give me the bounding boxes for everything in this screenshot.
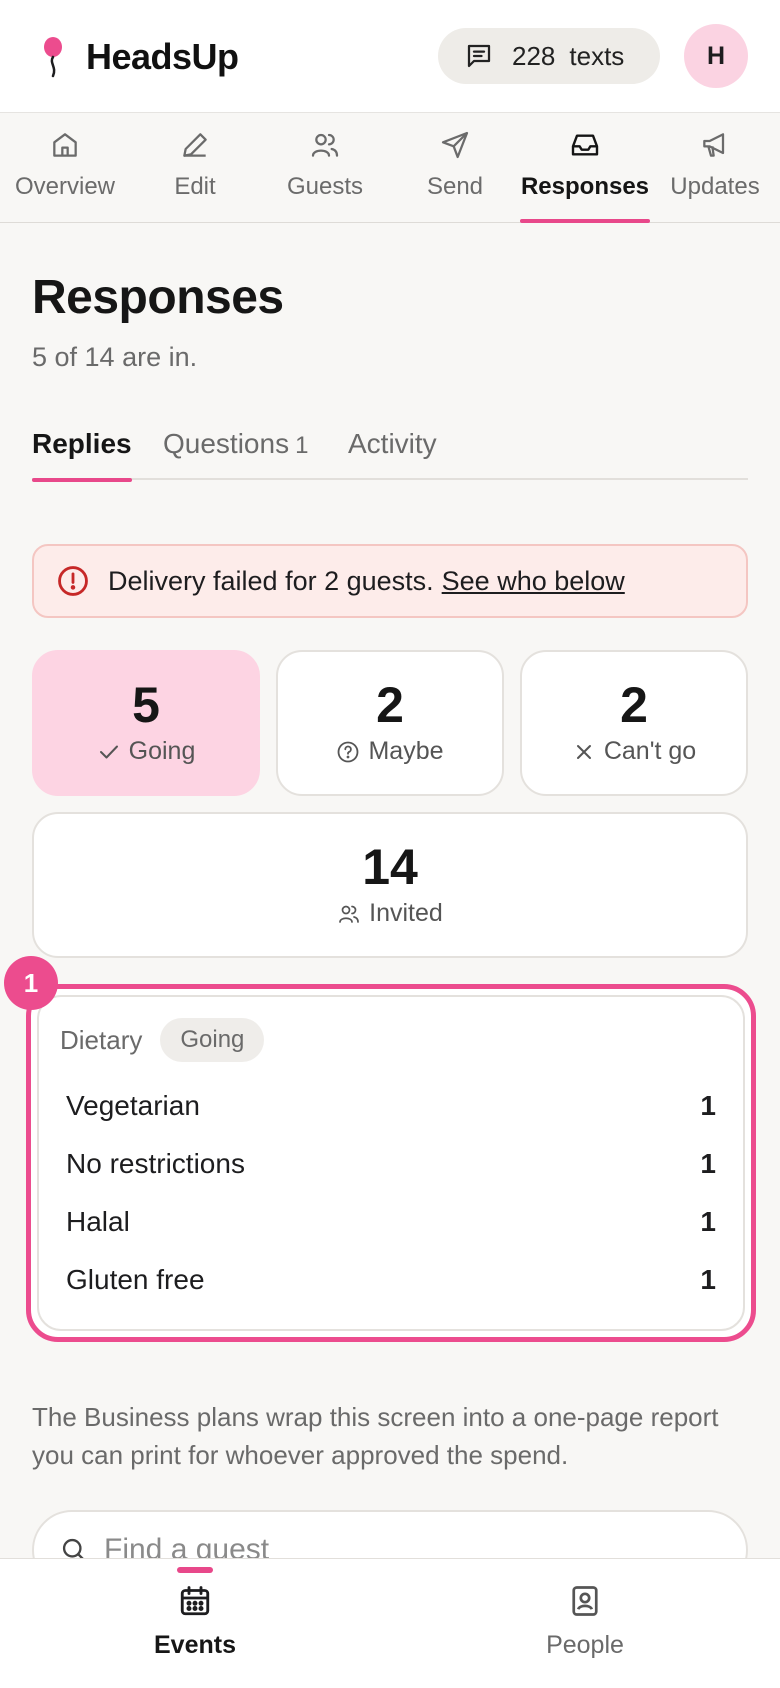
- dietary-row-label: Halal: [66, 1206, 130, 1237]
- stat-cant-go-card[interactable]: 2 Can't go: [520, 650, 748, 796]
- stat-going-value: 5: [132, 677, 160, 733]
- tab-questions[interactable]: Questions 1: [163, 428, 308, 480]
- nav-overview[interactable]: Overview: [0, 113, 130, 223]
- tab-questions-label: Questions: [163, 428, 290, 459]
- nav-overview-label: Overview: [14, 173, 116, 200]
- nav-guests-label: Guests: [286, 173, 364, 200]
- app-name: HeadsUp: [86, 36, 239, 77]
- alert-circle-icon: [58, 566, 88, 596]
- dietary-row-label: Vegetarian: [66, 1090, 200, 1121]
- message-icon: [467, 44, 491, 68]
- bottom-nav-events-label: Events: [154, 1631, 236, 1659]
- contact-book-icon: [572, 1586, 598, 1616]
- stat-maybe-label: Maybe: [368, 737, 444, 765]
- alert-text: Delivery failed for 2 guests.: [108, 565, 434, 596]
- calendar-icon: [180, 1586, 210, 1616]
- dietary-row-count: 1: [700, 1264, 716, 1295]
- question-circle-icon: [338, 741, 359, 762]
- app-logo[interactable]: HeadsUp: [38, 36, 239, 78]
- app-header: HeadsUp 228 texts H: [0, 0, 780, 113]
- tab-activity[interactable]: Activity: [348, 428, 437, 480]
- texts-count: 228: [512, 40, 556, 71]
- dietary-row-count: 1: [700, 1090, 716, 1121]
- bottom-nav: Events People: [0, 1558, 780, 1688]
- home-icon: [53, 133, 77, 157]
- delivery-failed-alert: Delivery failed for 2 guests. See who be…: [32, 544, 748, 618]
- bottom-nav-events[interactable]: Events: [95, 1559, 295, 1688]
- stat-invited-label: Invited: [369, 899, 443, 927]
- texts-label: texts: [569, 40, 625, 71]
- stat-going-caption: Going: [97, 737, 196, 766]
- stat-invited-caption: Invited: [337, 899, 443, 928]
- nav-updates[interactable]: Updates: [650, 113, 780, 223]
- stat-cant-go-label: Can't go: [603, 737, 697, 765]
- dietary-row: Vegetarian 1: [66, 1090, 716, 1122]
- bottom-nav-people-label: People: [546, 1631, 624, 1659]
- nav-responses[interactable]: Responses: [520, 113, 650, 223]
- dietary-row-label: No restrictions: [66, 1148, 245, 1179]
- dietary-row: No restrictions 1: [66, 1148, 716, 1180]
- dietary-row-count: 1: [700, 1206, 716, 1237]
- response-summary: 5 of 14 are in.: [32, 342, 198, 372]
- send-icon: [441, 131, 469, 159]
- stat-going-label: Going: [128, 737, 196, 765]
- nav-send-label: Send: [426, 173, 484, 200]
- users-icon: [339, 905, 360, 923]
- step-badge: 1: [4, 956, 58, 1010]
- stat-invited-value: 14: [362, 839, 418, 895]
- nav-updates-label: Updates: [670, 173, 760, 200]
- responses-subtabs: Replies Questions 1 Activity: [32, 420, 748, 482]
- users-icon: [311, 133, 339, 157]
- check-icon: [99, 745, 118, 758]
- nav-edit[interactable]: Edit: [130, 113, 260, 223]
- stat-invited-card[interactable]: 14 Invited: [32, 812, 748, 958]
- dietary-row: Halal 1: [66, 1206, 716, 1238]
- stat-maybe-value: 2: [376, 677, 404, 733]
- dietary-row: Gluten free 1: [66, 1264, 716, 1296]
- dietary-header: Dietary Going: [60, 1018, 265, 1062]
- dietary-row-label: Gluten free: [66, 1264, 205, 1295]
- pencil-icon: [183, 133, 207, 157]
- responses-screen: HeadsUp 228 texts H Overview Edit Guests…: [0, 0, 780, 1688]
- x-icon: [576, 744, 591, 759]
- stat-maybe-caption: Maybe: [336, 737, 444, 766]
- megaphone-icon: [703, 133, 725, 157]
- texts-balance-button[interactable]: 228 texts: [438, 28, 660, 84]
- user-avatar[interactable]: H: [684, 24, 748, 88]
- business-plan-promo: The Business plans wrap this screen into…: [32, 1402, 719, 1470]
- dietary-title: Dietary: [60, 1024, 143, 1055]
- see-who-link[interactable]: See who below: [442, 566, 625, 597]
- stat-maybe-card[interactable]: 2 Maybe: [276, 650, 504, 796]
- dietary-filter-chip[interactable]: Going: [160, 1018, 265, 1062]
- page-title: Responses: [32, 271, 284, 324]
- nav-guests[interactable]: Guests: [260, 113, 390, 223]
- bottom-nav-people[interactable]: People: [485, 1559, 685, 1688]
- balloon-logo-icon: [44, 37, 62, 78]
- tab-questions-count: 1: [295, 432, 309, 459]
- stat-cant-go-caption: Can't go: [572, 737, 696, 766]
- stat-going-card[interactable]: 5 Going: [32, 650, 260, 796]
- stat-cant-go-value: 2: [620, 677, 648, 733]
- nav-edit-label: Edit: [174, 173, 216, 200]
- dietary-row-count: 1: [700, 1148, 716, 1179]
- nav-send[interactable]: Send: [390, 113, 520, 223]
- inbox-icon: [571, 134, 599, 156]
- nav-responses-label: Responses: [520, 173, 650, 200]
- tab-replies[interactable]: Replies: [32, 428, 132, 482]
- event-nav: Overview Edit Guests Send Responses Upda…: [0, 113, 780, 223]
